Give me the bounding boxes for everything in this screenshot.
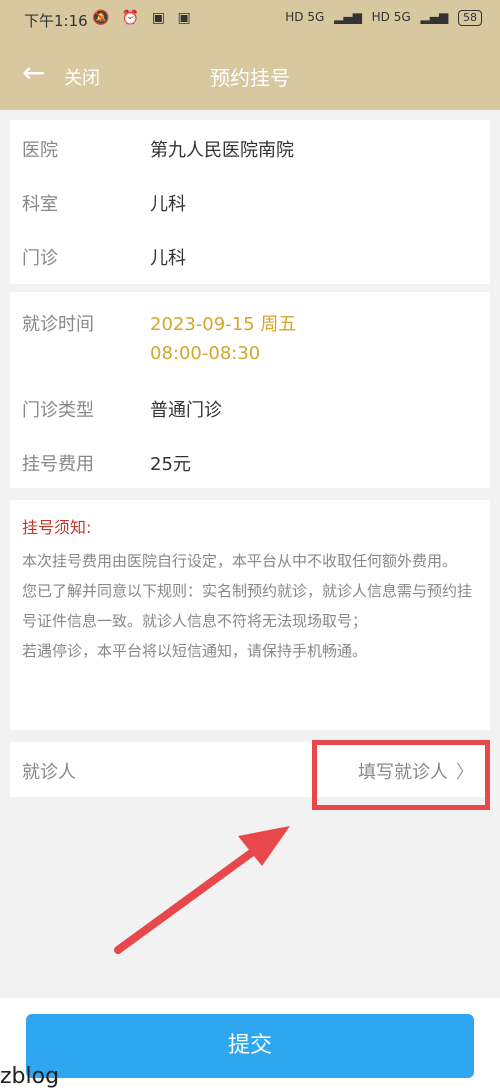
alarm-icon: ⏰ <box>121 10 144 26</box>
visit-date-value: 2023-09-15 周五 <box>150 314 297 335</box>
visit-time-range-value: 08:00-08:30 <box>150 343 261 364</box>
notice-paragraph: 您已了解并同意以下规则：实名制预约就诊，就诊人信息需与预约挂号证件信息一致。就诊… <box>22 582 473 630</box>
visit-time-label: 就诊时间 <box>22 314 94 335</box>
annotation-highlight-box <box>312 740 490 810</box>
clinic-type-label: 门诊类型 <box>22 400 94 421</box>
nav-bar: ← 关闭 预约挂号 <box>0 42 500 110</box>
clinic-type-value: 普通门诊 <box>150 400 222 421</box>
hospital-info-card: 医院 第九人民医院南院 科室 儿科 门诊 儿科 <box>10 120 490 284</box>
status-icons: 🔕 ⏰ ▣ ▣ <box>92 10 195 26</box>
visit-info-card: 就诊时间 2023-09-15 周五 08:00-08:30 门诊类型 普通门诊… <box>10 292 490 488</box>
battery-indicator: 58 <box>458 10 482 26</box>
submit-button[interactable]: 提交 <box>26 1014 474 1078</box>
fee-label: 挂号费用 <box>22 454 94 475</box>
page-title: 预约挂号 <box>210 66 290 90</box>
signal-1-text: HD 5G <box>285 10 325 24</box>
signal-icon: ▂▄▆ <box>334 10 362 24</box>
app-icon-1: ▣ <box>151 10 170 26</box>
status-bar: 下午1:16 🔕 ⏰ ▣ ▣ HD 5G ▂▄▆ HD 5G ▂▄▆ 58 <box>0 0 500 42</box>
status-time: 下午1:16 <box>24 12 88 30</box>
header-bar: 下午1:16 🔕 ⏰ ▣ ▣ HD 5G ▂▄▆ HD 5G ▂▄▆ 58 ← … <box>0 0 500 110</box>
signal-2-text: HD 5G <box>371 10 411 24</box>
notice-title: 挂号须知: <box>22 518 92 537</box>
notice-paragraph: 若遇停诊，本平台将以短信通知，请保持手机畅通。 <box>22 642 368 660</box>
hospital-label: 医院 <box>22 140 58 161</box>
clinic-label: 门诊 <box>22 248 58 269</box>
department-value: 儿科 <box>150 194 186 215</box>
hospital-value: 第九人民医院南院 <box>150 140 294 161</box>
signal-icon: ▂▄▆ <box>420 10 449 24</box>
clinic-value: 儿科 <box>150 248 186 269</box>
notice-card: 挂号须知: 本次挂号费用由医院自行设定，本平台从中不收取任何额外费用。 您已了解… <box>10 500 490 730</box>
app-icon-2: ▣ <box>177 10 195 26</box>
department-label: 科室 <box>22 194 58 215</box>
notice-body: 本次挂号费用由医院自行设定，本平台从中不收取任何额外费用。 您已了解并同意以下规… <box>22 546 480 666</box>
patient-label: 就诊人 <box>22 762 76 783</box>
mute-icon: 🔕 <box>92 10 114 26</box>
status-right: HD 5G ▂▄▆ HD 5G ▂▄▆ 58 <box>279 10 482 26</box>
fee-value: 25元 <box>150 454 191 475</box>
notice-paragraph: 本次挂号费用由医院自行设定，本平台从中不收取任何额外费用。 <box>22 552 458 570</box>
watermark-text: zblog <box>0 1064 60 1089</box>
